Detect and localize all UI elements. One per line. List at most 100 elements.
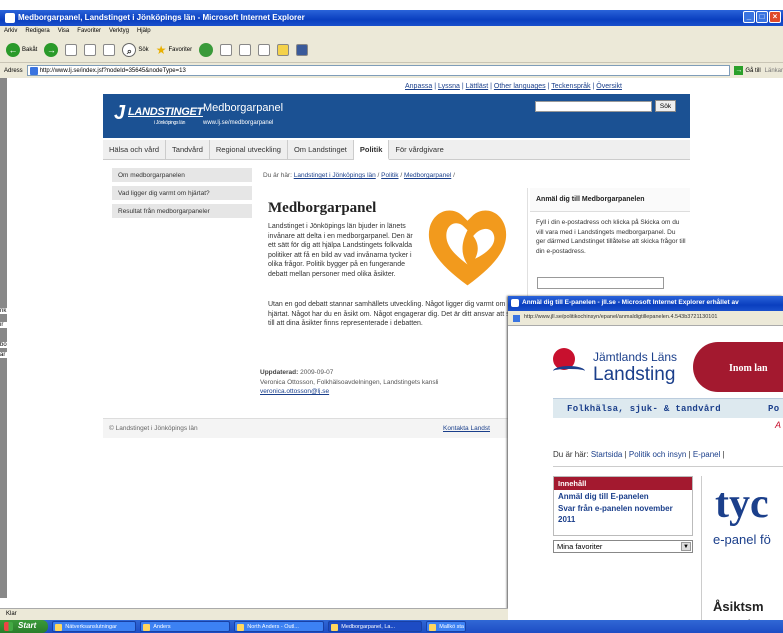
site-search-button[interactable]: Sök xyxy=(655,100,676,112)
home-icon[interactable] xyxy=(103,43,116,56)
go-button[interactable]: → Gå till xyxy=(734,66,761,75)
search-icon: ⌕ xyxy=(122,42,137,57)
menu-arkiv[interactable]: Arkiv xyxy=(4,28,17,37)
updated-date: 2009-09-07 xyxy=(300,369,334,376)
crumb-medborgarpanel[interactable]: Medborgarpanel xyxy=(404,172,451,179)
breadcrumb-label: Du är här: xyxy=(263,172,292,179)
sidebar: Om medborgarpanelen Vad ligger dig varmt… xyxy=(112,168,252,222)
menu-favoriter[interactable]: Favoriter xyxy=(77,28,101,37)
nav-regional-utveckling[interactable]: Regional utveckling xyxy=(210,140,288,160)
logo-main-text: LANDSTINGET xyxy=(128,106,203,118)
accessibility-links: Anpassa | Lyssna | Lättläst | Other lang… xyxy=(405,83,622,90)
jll-crumb-label: Du är här: xyxy=(553,450,589,459)
jll-nav-folkhalsa[interactable]: Folkhälsa, sjuk- & tandvård xyxy=(567,404,721,414)
jll-logo-line1: Jämtlands Läns xyxy=(593,350,678,364)
link-other-languages[interactable]: Other languages xyxy=(494,83,546,90)
task-anders[interactable]: Anders xyxy=(140,621,231,632)
jll-crumb-politik[interactable]: Politik och insyn xyxy=(629,450,686,459)
go-arrow-icon: → xyxy=(734,66,744,75)
landstinget-logo[interactable]: J LANDSTINGET i Jönköpings län xyxy=(114,102,203,128)
logo-mark: J xyxy=(114,102,125,124)
favorites-button[interactable]: ★ Favoriter xyxy=(156,43,192,57)
favorites-select-value: Mina favoriter xyxy=(557,542,603,551)
background-window-strip: nk ir bo ar xyxy=(0,78,7,598)
menu-visa[interactable]: Visa xyxy=(58,28,70,37)
nav-for-vardgivare[interactable]: För vårdgivare xyxy=(389,140,449,160)
taskbar: Start Nätverksanslutningar Anders North … xyxy=(0,620,783,633)
strip-text: ir xyxy=(0,322,7,328)
link-lattlast[interactable]: Lättläst xyxy=(466,83,489,90)
jll-article-title-line1: Åsiktsm xyxy=(713,599,764,614)
menu-hjalp[interactable]: Hjälp xyxy=(137,28,151,37)
link-teckensprak[interactable]: Teckenspråk xyxy=(551,83,590,90)
header-title: Medborgarpanel xyxy=(203,102,284,114)
favorites-select[interactable]: Mina favoriter ▼ xyxy=(553,540,693,553)
signup-text: Fyll i din e-postadress och klicka på Sk… xyxy=(536,219,686,255)
task-medborgarpanel[interactable]: Medborgarpanel, La... xyxy=(328,621,423,632)
maximize-button[interactable]: □ xyxy=(756,11,768,23)
search-button[interactable]: ⌕ Sök xyxy=(122,42,149,57)
print-icon[interactable] xyxy=(239,43,252,56)
nav-halsa-och-vard[interactable]: Hälsa och vård xyxy=(103,140,167,160)
edit-icon[interactable] xyxy=(258,43,271,56)
forward-arrow-icon[interactable]: → xyxy=(44,42,59,57)
minimize-button[interactable]: _ xyxy=(743,11,755,23)
jll-crumb-startsida[interactable]: Startsida xyxy=(591,450,623,459)
nav-om-landstinget[interactable]: Om Landstinget xyxy=(288,140,354,160)
ie-titlebar-jll[interactable]: Anmäl dig till E-panelen - jll.se - Micr… xyxy=(508,296,783,311)
folder-icon[interactable] xyxy=(277,43,290,56)
address-field-jll[interactable]: http://www.jll.se/politikochinsyn/epanel… xyxy=(508,311,783,326)
jll-nav-mark: A xyxy=(775,420,782,430)
address-label: Adress xyxy=(4,67,23,74)
link-lyssna[interactable]: Lyssna xyxy=(438,83,460,90)
sidebar-item-vad-ligger-dig-varmt[interactable]: Vad ligger dig varmt om hjärtat? xyxy=(112,186,252,202)
sidebar-item-om-medborgarpanelen[interactable]: Om medborgarpanelen xyxy=(112,168,252,184)
back-label: Bakåt xyxy=(22,46,38,53)
jll-link-svar[interactable]: Svar från e-panelen november 2011 xyxy=(554,502,692,525)
strip-text: nk xyxy=(0,308,7,314)
header-url: www.lj.se/medborgarpanel xyxy=(203,120,274,126)
task-mallko[interactable]: Mallkö sta xyxy=(426,621,467,632)
main-nav: Hälsa och vård Tandvård Regional utveckl… xyxy=(103,140,690,160)
links-label[interactable]: Länkar xyxy=(765,68,783,74)
stop-icon[interactable] xyxy=(65,43,78,56)
ie-icon xyxy=(5,13,15,23)
menu-verktyg[interactable]: Verktyg xyxy=(109,28,129,37)
go-label: Gå till xyxy=(745,67,761,74)
menu-redigera[interactable]: Redigera xyxy=(25,28,49,37)
site-search-input[interactable] xyxy=(535,101,652,112)
heart-icon xyxy=(428,210,507,286)
updated-label: Uppdaterad: xyxy=(260,369,299,376)
address-field[interactable]: http://www.lj.se/index.jsf?nodeId=35645&… xyxy=(26,65,731,76)
jll-logo[interactable]: Jämtlands Läns Landsting xyxy=(553,348,693,388)
start-button[interactable]: Start xyxy=(0,620,49,633)
window-title: Medborgarpanel, Landstinget i Jönköpings… xyxy=(18,13,305,22)
ie-titlebar-main[interactable]: Medborgarpanel, Landstinget i Jönköpings… xyxy=(0,10,783,26)
close-button[interactable]: × xyxy=(769,11,781,23)
updated-info: Uppdaterad: 2009-09-07 Veronica Ottosson… xyxy=(260,368,505,397)
link-oversikt[interactable]: Översikt xyxy=(596,83,622,90)
task-natverk[interactable]: Nätverksanslutningar xyxy=(52,621,137,632)
mail-icon[interactable] xyxy=(220,43,233,56)
nav-politik[interactable]: Politik xyxy=(353,140,390,160)
messenger-icon[interactable] xyxy=(296,43,309,56)
jll-nav-politik[interactable]: Po xyxy=(768,404,779,414)
task-outlook[interactable]: North Anders - Outl... xyxy=(234,621,325,632)
jll-link-anmal[interactable]: Anmäl dig till E-panelen xyxy=(554,490,692,502)
history-icon[interactable] xyxy=(199,42,214,57)
crumb-landstinget[interactable]: Landstinget i Jönköpings län xyxy=(294,172,376,179)
star-icon: ★ xyxy=(155,42,167,57)
email-field[interactable] xyxy=(537,277,664,289)
jll-crumb-epanel[interactable]: E-panel xyxy=(693,450,721,459)
author-email-link[interactable]: veronica.ottosson@lj.se xyxy=(260,388,329,395)
back-arrow-icon: ← xyxy=(6,42,20,57)
status-bar: Klar xyxy=(0,608,508,620)
jll-nav: Folkhälsa, sjuk- & tandvård Po xyxy=(553,398,783,418)
crumb-politik[interactable]: Politik xyxy=(381,172,398,179)
nav-tandvard[interactable]: Tandvård xyxy=(166,140,210,160)
link-anpassa[interactable]: Anpassa xyxy=(405,83,432,90)
contact-link[interactable]: Kontakta Landst xyxy=(443,425,490,432)
back-button[interactable]: ← Bakåt xyxy=(6,42,38,57)
sidebar-item-resultat[interactable]: Resultat från medborgarpaneler xyxy=(112,204,252,220)
refresh-icon[interactable] xyxy=(84,43,97,56)
